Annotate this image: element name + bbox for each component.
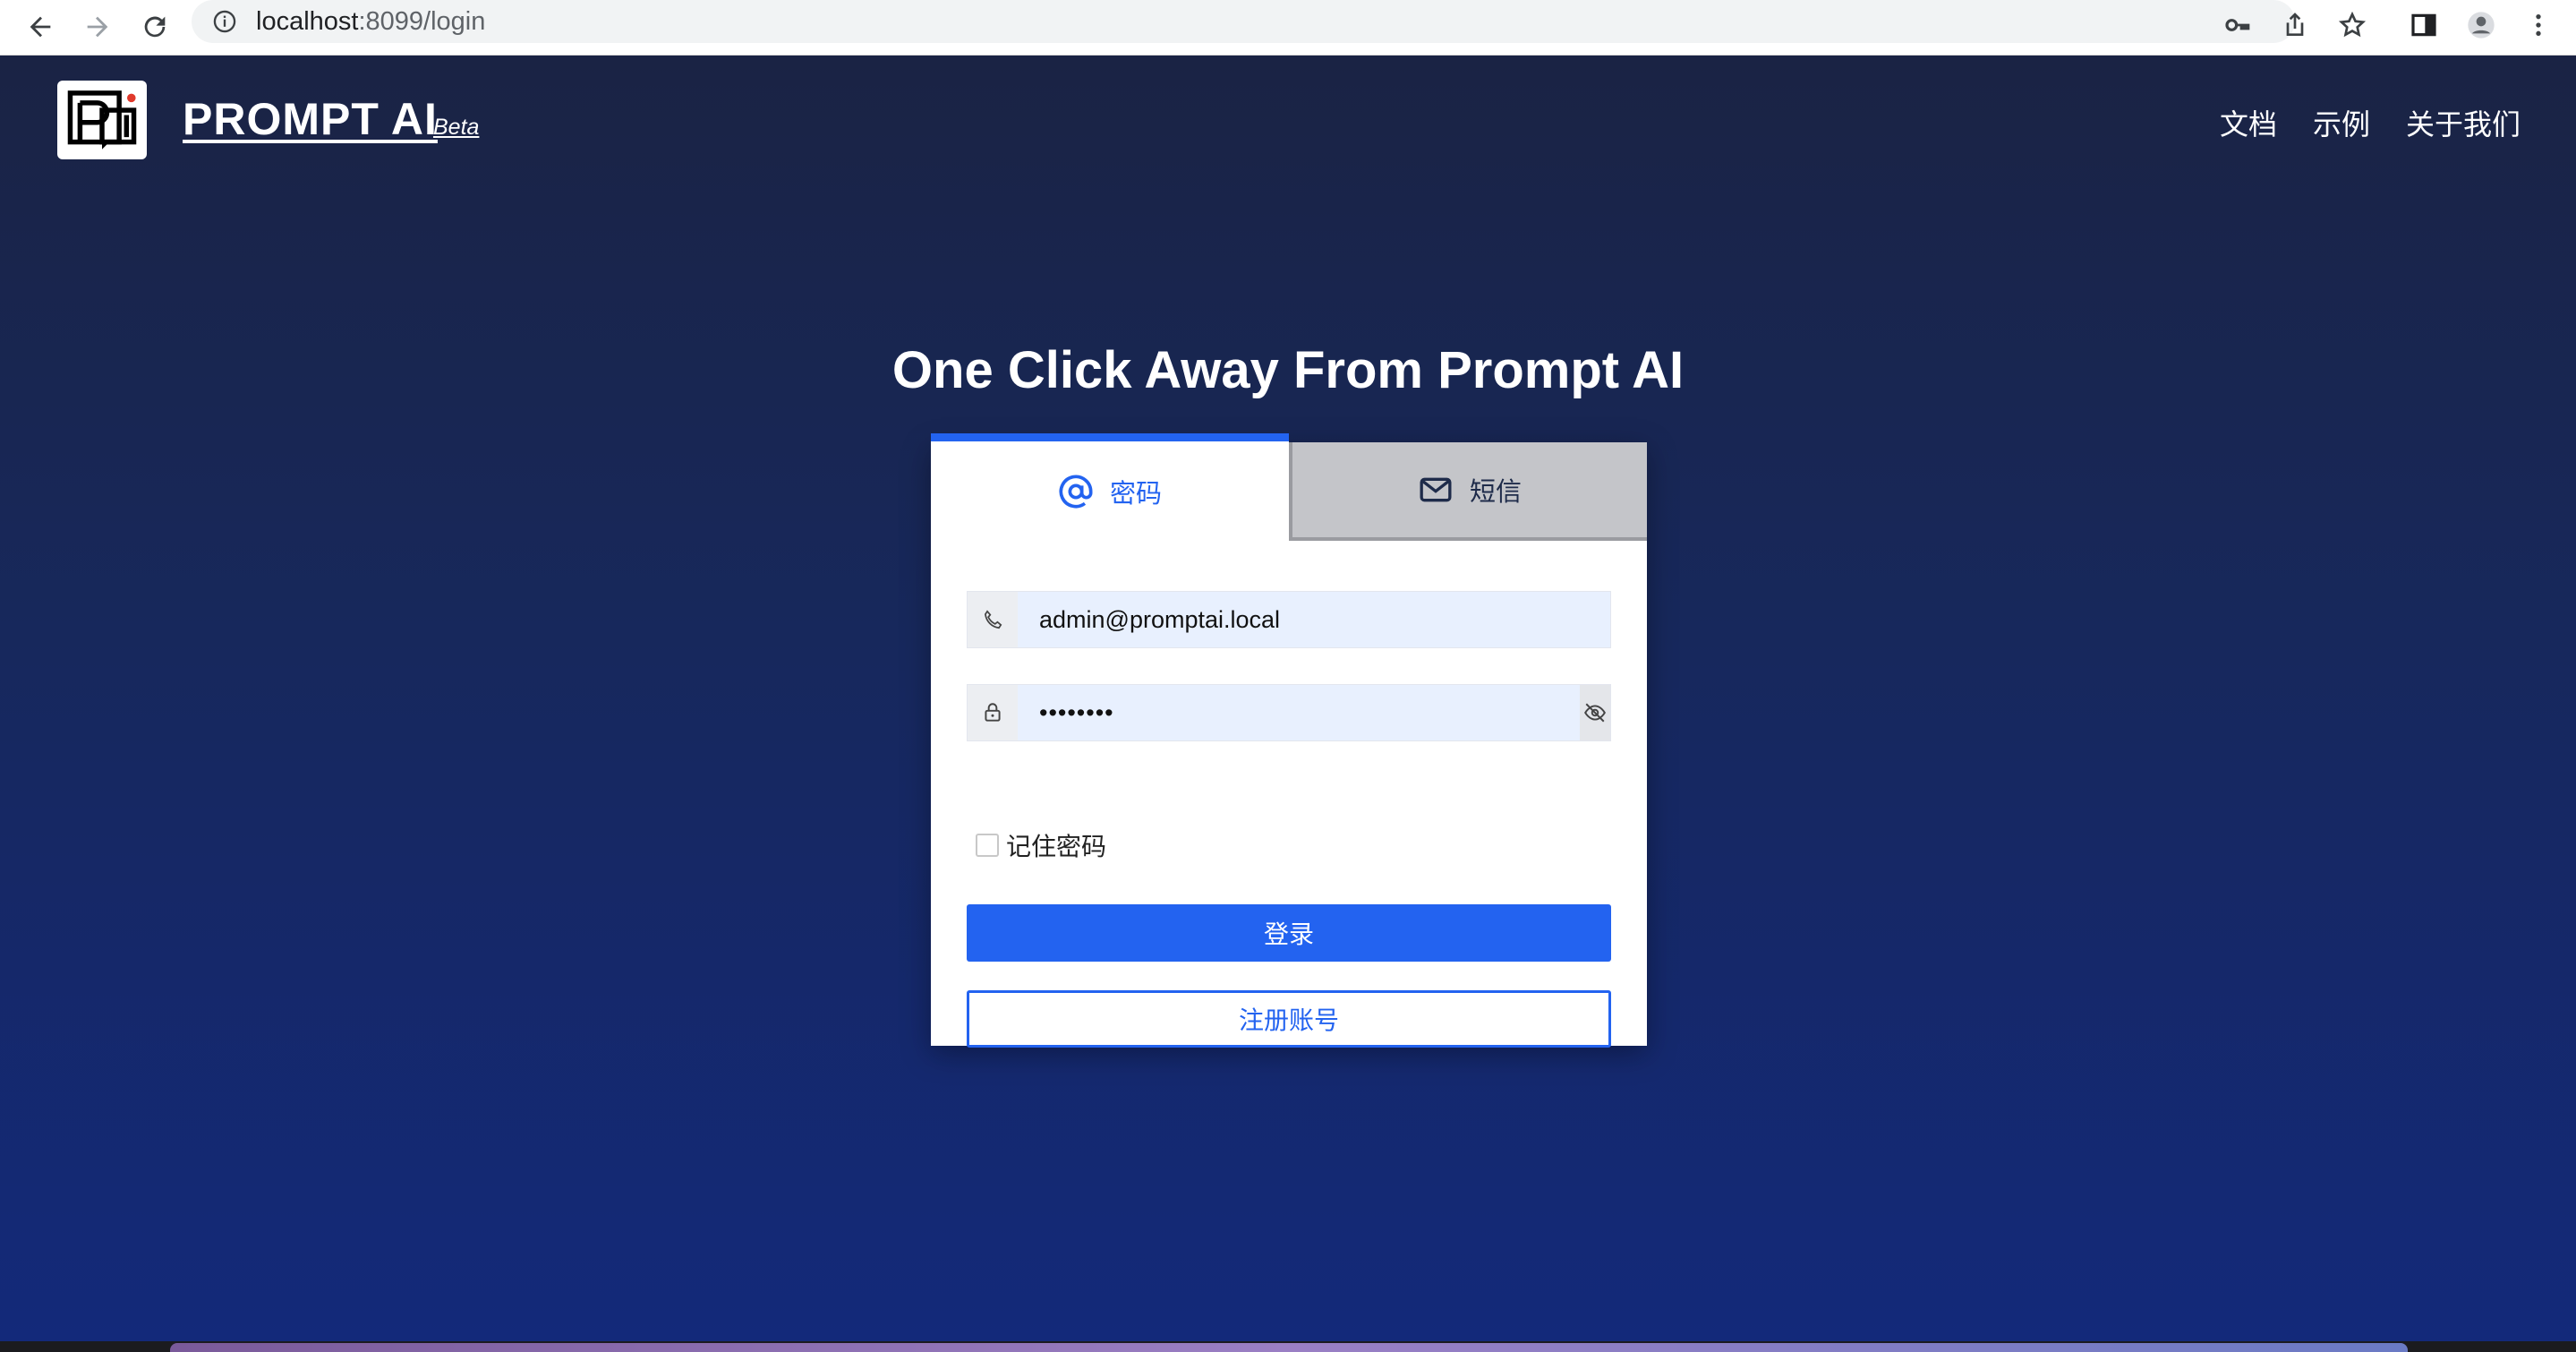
beta-badge: Beta xyxy=(433,115,480,140)
tab-sms[interactable]: 短信 xyxy=(1289,442,1647,541)
reload-icon[interactable] xyxy=(132,4,177,49)
login-button[interactable]: 登录 xyxy=(967,904,1611,962)
envelope-icon xyxy=(1420,477,1452,502)
register-button[interactable]: 注册账号 xyxy=(967,990,1611,1048)
key-icon[interactable] xyxy=(2218,5,2257,45)
hero-title: One Click Away From Prompt AI xyxy=(891,341,1685,399)
remember-checkbox[interactable] xyxy=(976,834,999,857)
tab-password[interactable]: 密码 xyxy=(931,433,1289,541)
login-card: 密码 短信 记住密码 登 xyxy=(931,433,1647,1048)
share-icon[interactable] xyxy=(2275,5,2315,45)
bottom-dock-strip xyxy=(0,1341,2576,1352)
star-icon[interactable] xyxy=(2333,5,2372,45)
at-sign-icon xyxy=(1059,475,1093,508)
profile-icon[interactable] xyxy=(2461,5,2501,45)
nav-about[interactable]: 关于我们 xyxy=(2406,102,2521,143)
page-background: PROMPT AI Beta 文档 示例 关于我们 One Click Away… xyxy=(0,56,2576,1341)
forward-arrow-icon[interactable] xyxy=(75,4,120,49)
url-host: localhost xyxy=(256,6,359,36)
nav-docs[interactable]: 文档 xyxy=(2220,102,2277,143)
browser-toolbar: localhost:8099/login xyxy=(0,0,2576,56)
account-input[interactable] xyxy=(1018,592,1610,647)
back-arrow-icon[interactable] xyxy=(18,4,63,49)
password-input[interactable] xyxy=(1018,685,1580,740)
eye-off-icon[interactable] xyxy=(1580,685,1610,740)
logo-mark-icon xyxy=(67,90,137,150)
url-path: :8099/login xyxy=(358,6,486,36)
menu-dots-icon[interactable] xyxy=(2519,5,2558,45)
phone-icon xyxy=(968,592,1018,647)
remember-label: 记住密码 xyxy=(1006,832,1107,861)
dock-glow xyxy=(170,1343,2408,1352)
password-field[interactable] xyxy=(967,684,1611,741)
remember-password[interactable]: 记住密码 xyxy=(976,827,1106,863)
info-icon[interactable] xyxy=(211,8,238,35)
nav-examples[interactable]: 示例 xyxy=(2313,102,2370,143)
url-text: localhost:8099/login xyxy=(256,7,485,37)
logo[interactable] xyxy=(57,81,147,159)
account-field[interactable] xyxy=(967,591,1611,648)
address-bar[interactable]: localhost:8099/login xyxy=(192,0,2295,43)
lock-icon xyxy=(968,685,1018,740)
brand-name[interactable]: PROMPT AI xyxy=(183,93,438,145)
sidepanel-icon[interactable] xyxy=(2404,5,2444,45)
tab-password-label: 密码 xyxy=(1109,477,1162,509)
tab-sms-label: 短信 xyxy=(1469,476,1522,507)
